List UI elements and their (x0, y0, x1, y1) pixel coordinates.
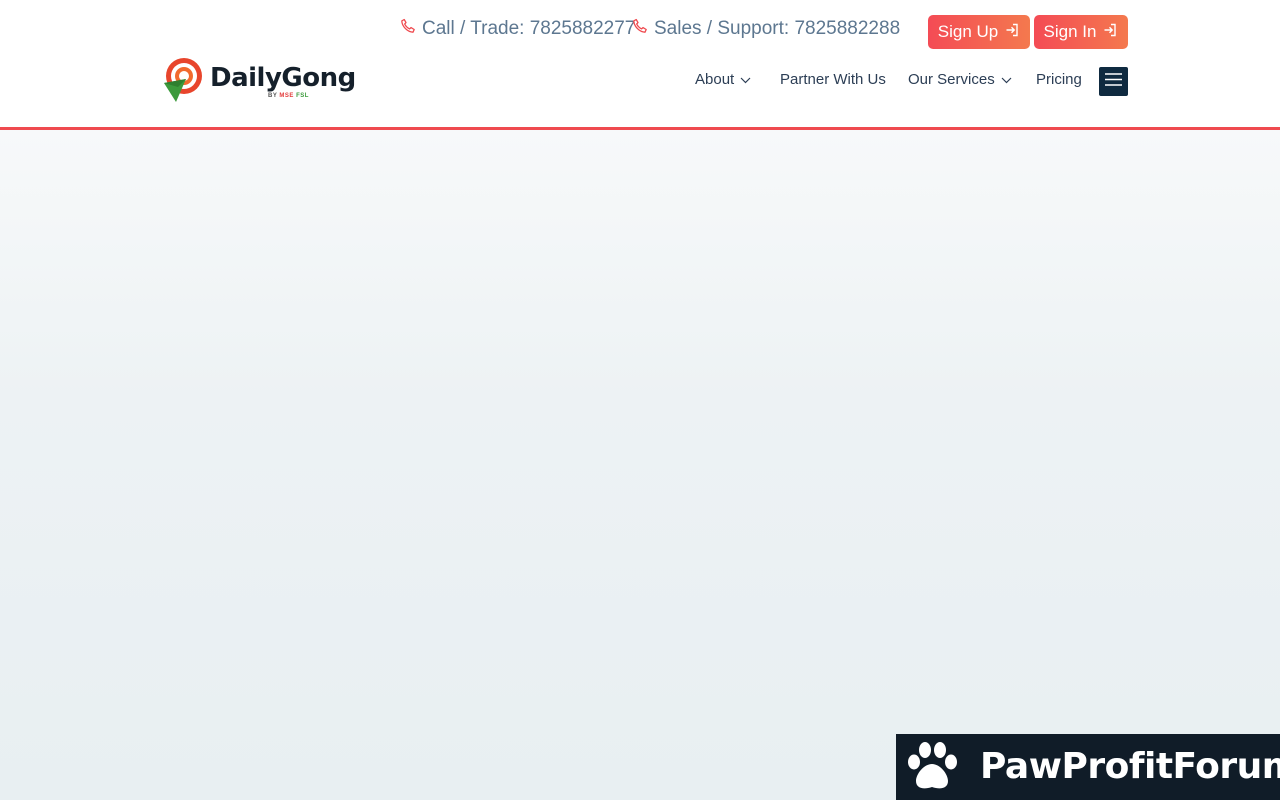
nav-our-services[interactable]: Our Services (908, 71, 1012, 88)
site-header: Call / Trade: 7825882277 Sales / Support… (0, 0, 1280, 130)
nav-services-label: Our Services (908, 71, 995, 88)
chevron-down-icon (734, 71, 751, 88)
top-contact-bar: Call / Trade: 7825882277 Sales / Support… (0, 14, 1280, 50)
pawprofitforum-watermark: PawProfitForum (896, 734, 1280, 800)
watermark-text: PawProfitForum (980, 746, 1280, 787)
call-trade-text: Call / Trade: 7825882277 (422, 18, 636, 39)
paw-icon (904, 740, 960, 799)
login-arrow-icon (1096, 22, 1118, 43)
nav-about-label: About (695, 71, 735, 88)
sign-up-label: Sign Up (937, 22, 999, 41)
menu-toggle-button[interactable] (1099, 67, 1128, 96)
hamburger-icon (1105, 72, 1122, 91)
phone-icon (400, 18, 422, 40)
nav-pricing-label: Pricing (1036, 71, 1082, 88)
sales-support-text: Sales / Support: 7825882288 (654, 18, 901, 39)
nav-about[interactable]: About (695, 71, 751, 88)
chevron-down-icon (995, 71, 1012, 88)
login-arrow-icon (998, 22, 1020, 43)
phone-icon (632, 18, 654, 40)
nav-pricing[interactable]: Pricing (1036, 71, 1082, 88)
sign-up-button[interactable]: Sign Up (928, 15, 1030, 49)
sales-support-link[interactable]: Sales / Support: 7825882288 (632, 18, 900, 40)
main-nav: About Partner With Us Our Services Prici… (0, 67, 1280, 96)
sign-in-button[interactable]: Sign In (1034, 15, 1128, 49)
call-trade-link[interactable]: Call / Trade: 7825882277 (400, 18, 635, 40)
hero-section (0, 130, 1280, 800)
nav-partner-label: Partner With Us (780, 71, 886, 88)
sign-in-label: Sign In (1043, 22, 1097, 41)
nav-partner-with-us[interactable]: Partner With Us (780, 71, 886, 88)
